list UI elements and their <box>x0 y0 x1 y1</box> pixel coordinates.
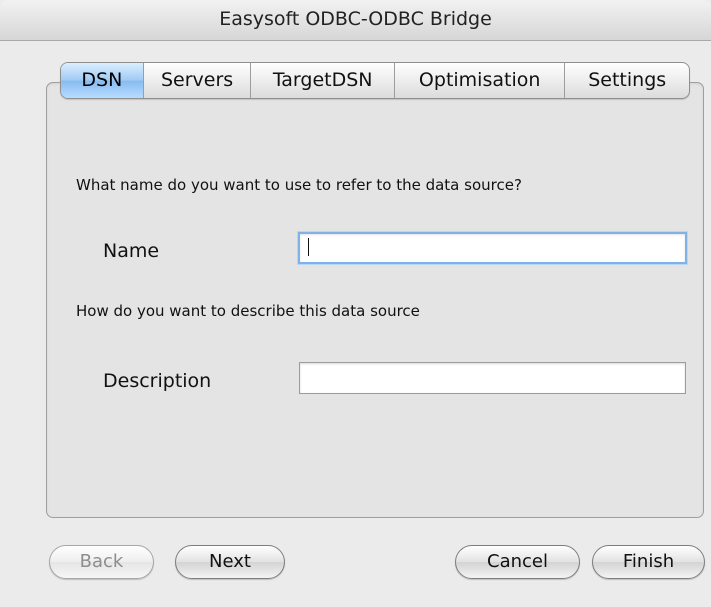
next-button[interactable]: Next <box>175 545 285 579</box>
tab-targetdsn[interactable]: TargetDSN <box>251 63 395 98</box>
finish-button[interactable]: Finish <box>592 545 705 579</box>
dsn-tab-panel <box>46 82 704 518</box>
text-caret <box>308 238 309 256</box>
tab-servers[interactable]: Servers <box>144 63 252 98</box>
tab-settings[interactable]: Settings <box>565 63 689 98</box>
cancel-button[interactable]: Cancel <box>455 545 580 579</box>
tab-bar: DSN Servers TargetDSN Optimisation Setti… <box>60 62 690 99</box>
dialog-window: Easysoft ODBC-ODBC Bridge DSN Servers Ta… <box>0 0 711 607</box>
back-button[interactable]: Back <box>49 545 154 579</box>
title-bar[interactable]: Easysoft ODBC-ODBC Bridge <box>0 0 711 41</box>
name-label: Name <box>103 240 160 262</box>
tab-optimisation[interactable]: Optimisation <box>395 63 566 98</box>
description-label: Description <box>103 370 212 392</box>
name-prompt: What name do you want to use to refer to… <box>76 176 522 194</box>
tab-dsn[interactable]: DSN <box>61 63 144 98</box>
name-input[interactable] <box>298 232 687 264</box>
description-prompt: How do you want to describe this data so… <box>76 302 420 320</box>
window-title: Easysoft ODBC-ODBC Bridge <box>219 8 492 30</box>
description-input[interactable] <box>299 362 686 394</box>
